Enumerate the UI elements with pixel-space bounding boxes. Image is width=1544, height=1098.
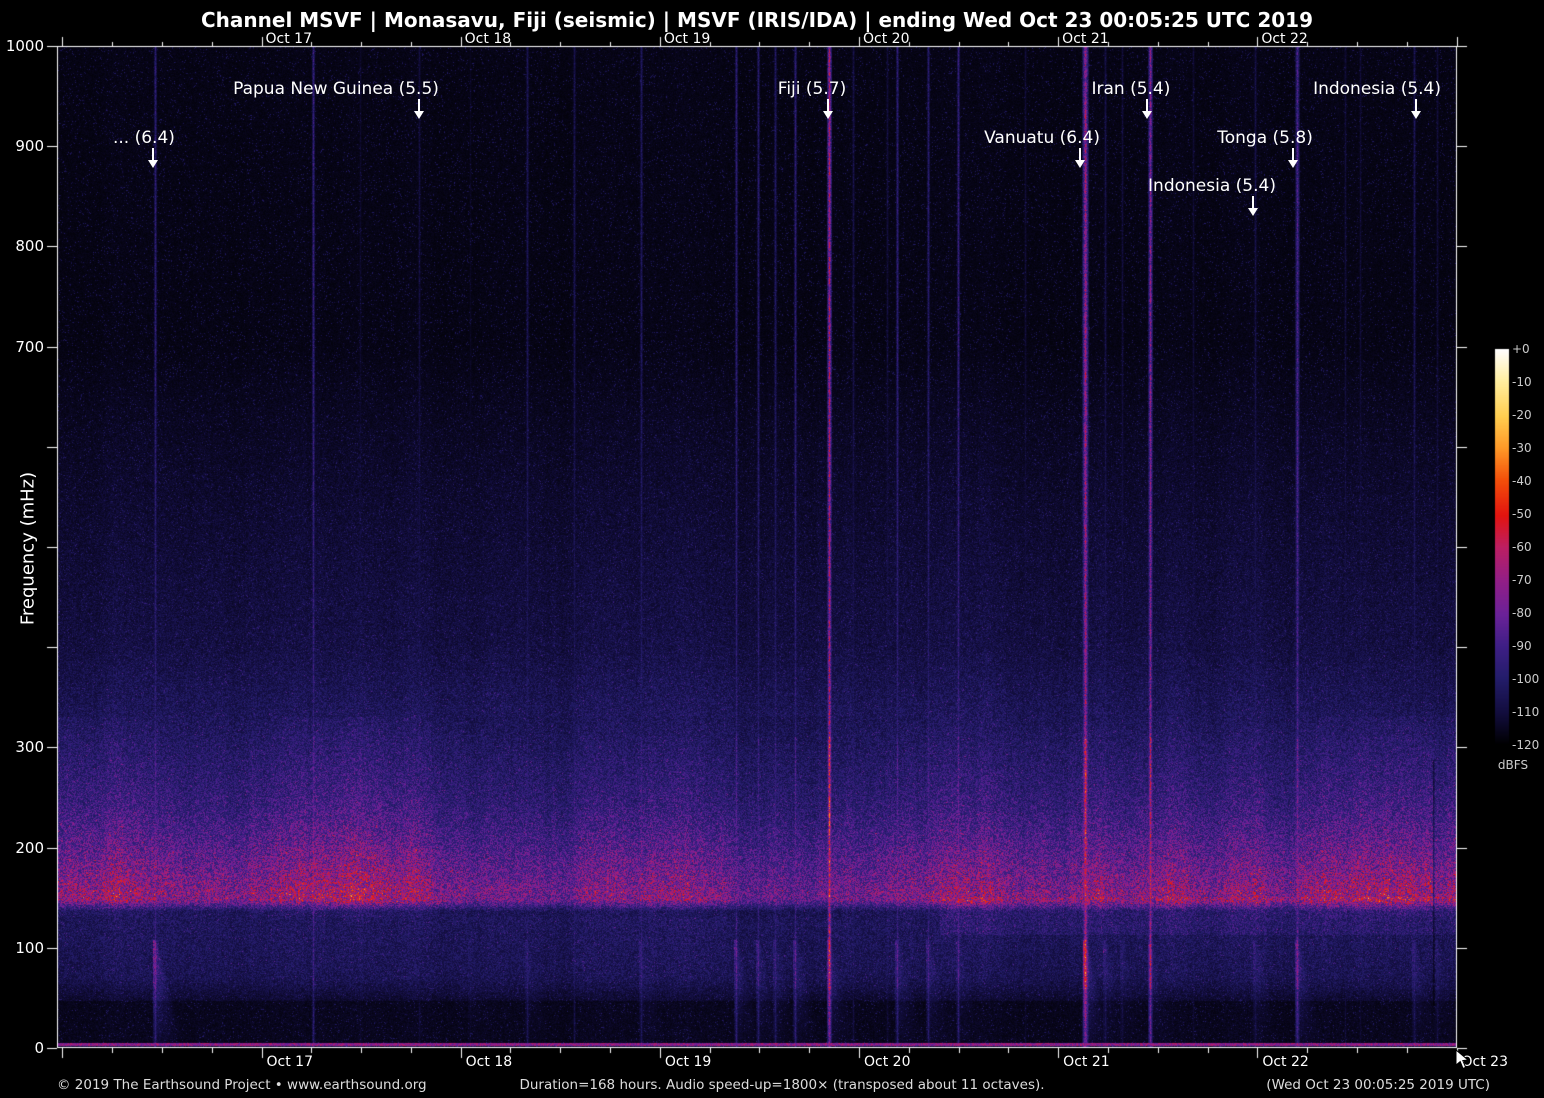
y-axis-tick-label: 800 — [15, 237, 44, 256]
colorbar-unit: dBFS — [1497, 758, 1529, 772]
down-arrow-icon — [1074, 148, 1086, 168]
event-label: Indonesia (5.4) — [1313, 79, 1441, 99]
colorbar-tick-label: -70 — [1512, 573, 1532, 587]
event-label: Fiji (5.7) — [777, 79, 847, 99]
top-axis-date-label: Oct 22 — [1261, 31, 1308, 47]
colorbar-tick-label: -10 — [1512, 375, 1532, 389]
colorbar-tick-label: -80 — [1512, 606, 1532, 620]
down-arrow-icon — [413, 99, 425, 119]
arrow-head — [148, 160, 159, 168]
arrow-head — [1074, 160, 1085, 168]
down-arrow-icon — [1287, 148, 1299, 168]
bottom-axis-date-label: Oct 19 — [664, 1054, 712, 1070]
footer-copyright: © 2019 The Earthsound Project • www.eart… — [57, 1077, 427, 1093]
event-label: ... (6.4) — [112, 128, 175, 148]
page-title: Channel MSVF | Monasavu, Fiji (seismic) … — [201, 8, 1313, 32]
footer-timestamp: (Wed Oct 23 00:05:25 2019 UTC) — [1266, 1077, 1490, 1093]
colorbar-tick-label: -30 — [1512, 441, 1532, 455]
down-arrow-icon — [1141, 99, 1153, 119]
colorbar-tick-label: -40 — [1512, 474, 1532, 488]
y-axis-title: Frequency (mHz) — [17, 471, 39, 626]
arrow-head — [822, 111, 833, 119]
down-arrow-icon — [147, 148, 159, 168]
down-arrow-icon — [1247, 196, 1259, 216]
bottom-axis-date-label: Oct 17 — [266, 1054, 313, 1070]
colorbar-tick-label: -120 — [1512, 738, 1540, 752]
bottom-axis-date-label: Oct 22 — [1262, 1054, 1309, 1070]
colorbar-tick-label: -60 — [1512, 540, 1532, 554]
spectrogram-app: Channel MSVF | Monasavu, Fiji (seismic) … — [0, 0, 1544, 1098]
arrow-head — [1288, 160, 1299, 168]
y-axis-tick-label: 200 — [15, 838, 44, 857]
footer-duration: Duration=168 hours. Audio speed-up=1800×… — [519, 1077, 1045, 1093]
top-axis-date-label: Oct 20 — [863, 31, 910, 47]
down-arrow-icon — [822, 99, 834, 119]
y-axis-tick-label: 0 — [34, 1039, 44, 1057]
top-axis-date-label: Oct 21 — [1062, 31, 1109, 47]
arrow-head — [414, 111, 425, 119]
y-axis-tick-label: 100 — [15, 938, 44, 957]
top-axis-date-label: Oct 18 — [464, 31, 512, 47]
spectrogram-canvas — [0, 0, 1544, 1098]
event-label: Tonga (5.8) — [1217, 128, 1313, 148]
bottom-axis-date-label: Oct 18 — [465, 1054, 513, 1070]
top-axis-date-label: Oct 19 — [663, 31, 711, 47]
mouse-cursor-icon — [1455, 1049, 1470, 1070]
colorbar-tick-label: -90 — [1512, 639, 1532, 653]
colorbar-tick-label: -20 — [1512, 408, 1532, 422]
bottom-axis-date-label: Oct 20 — [864, 1054, 911, 1070]
colorbar-tick-label: -50 — [1512, 507, 1532, 521]
arrow-head — [1248, 208, 1259, 216]
colorbar-tick-label: -110 — [1512, 705, 1540, 719]
event-label: Indonesia (5.4) — [1148, 176, 1276, 196]
arrow-head — [1410, 111, 1421, 119]
event-label: Papua New Guinea (5.5) — [233, 79, 439, 99]
arrow-head — [1142, 111, 1153, 119]
y-axis-tick-label: 1000 — [5, 37, 44, 55]
y-axis-tick-label: 300 — [15, 738, 44, 757]
colorbar-tick-label: -100 — [1512, 672, 1540, 686]
y-axis-tick-label: 700 — [15, 337, 44, 356]
colorbar-tick-label: +0 — [1512, 342, 1530, 356]
bottom-axis-date-label: Oct 21 — [1063, 1054, 1110, 1070]
down-arrow-icon — [1410, 99, 1422, 119]
top-axis-date-label: Oct 17 — [265, 31, 312, 47]
